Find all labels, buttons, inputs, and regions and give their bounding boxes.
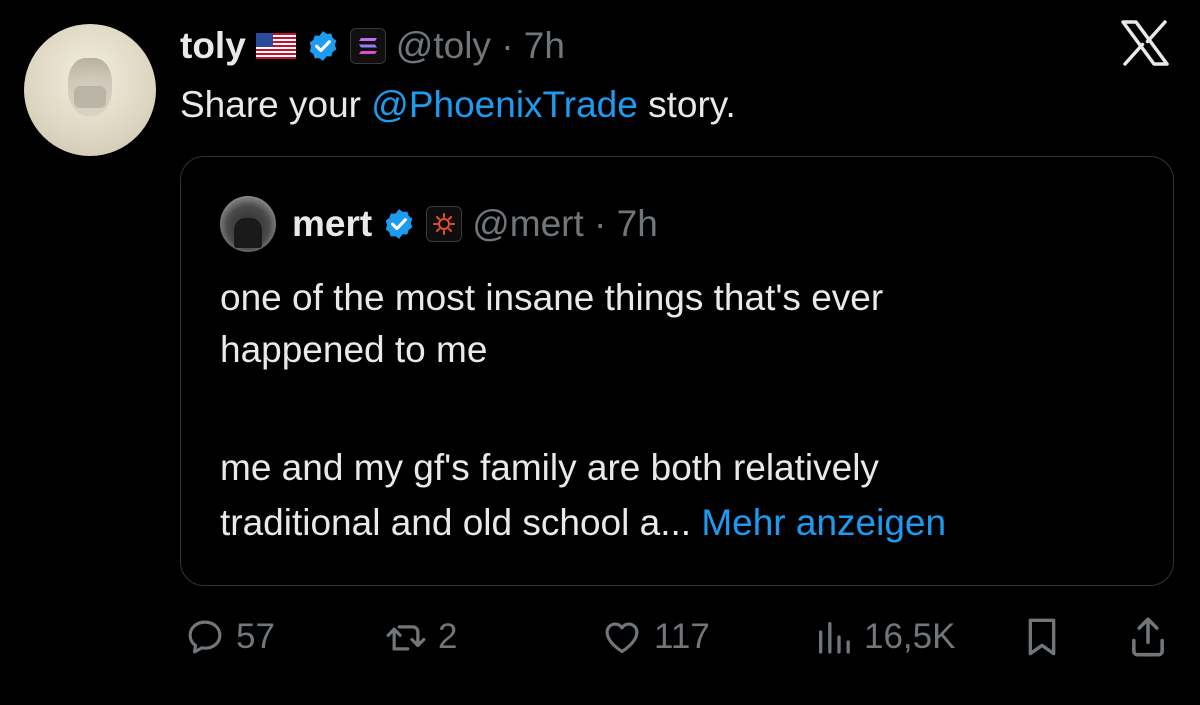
- repost-button[interactable]: 2: [384, 612, 457, 662]
- quoted-text-line: me and my gf's family are both relativel…: [220, 447, 879, 488]
- tweet-text: Share your @PhoenixTrade story.: [180, 80, 736, 130]
- repost-icon: [386, 625, 426, 651]
- author-handle-time[interactable]: @toly · 7h: [396, 25, 565, 67]
- phoenix-icon[interactable]: [426, 206, 463, 242]
- tweet-text-after: story.: [637, 84, 736, 125]
- views-button[interactable]: 16,5K: [814, 612, 955, 662]
- share-icon[interactable]: [1126, 614, 1170, 660]
- quoted-text-last-line: traditional and old school a... Mehr anz…: [220, 497, 946, 549]
- views-count: 16,5K: [864, 617, 956, 656]
- verified-badge-icon: [385, 209, 413, 239]
- tweet-text-before: Share your: [180, 84, 372, 125]
- solana-icon[interactable]: [349, 28, 386, 64]
- mention-link[interactable]: @PhoenixTrade: [371, 84, 638, 125]
- reply-count: 57: [236, 617, 275, 656]
- views-icon: [819, 622, 850, 654]
- us-flag-icon: [255, 33, 296, 59]
- bookmark-icon[interactable]: [1022, 615, 1062, 659]
- quoted-author-handle-time[interactable]: @mert · 7h: [472, 203, 658, 245]
- verified-badge-icon: [309, 31, 337, 61]
- show-more-link[interactable]: Mehr anzeigen: [701, 502, 946, 543]
- x-logo-icon[interactable]: [1120, 20, 1170, 66]
- reply-icon: [188, 620, 222, 654]
- like-count: 117: [654, 617, 710, 656]
- quoted-tweet-header: mert @mert · 7h: [220, 196, 658, 252]
- quoted-text-truncated: traditional and old school a...: [220, 502, 702, 543]
- reply-button[interactable]: 57: [184, 612, 275, 662]
- quoted-text-line: one of the most insane things that's eve…: [220, 277, 884, 318]
- repost-count: 2: [438, 617, 458, 656]
- quoted-author-avatar[interactable]: [220, 196, 276, 252]
- tweet-header: toly @toly · 7h: [180, 18, 565, 74]
- like-button[interactable]: 117: [600, 612, 710, 662]
- quoted-text-line: happened to me: [220, 329, 488, 370]
- author-name[interactable]: toly: [180, 25, 246, 67]
- author-avatar[interactable]: [24, 24, 156, 156]
- like-icon: [605, 622, 639, 654]
- quoted-author-name[interactable]: mert: [292, 203, 372, 245]
